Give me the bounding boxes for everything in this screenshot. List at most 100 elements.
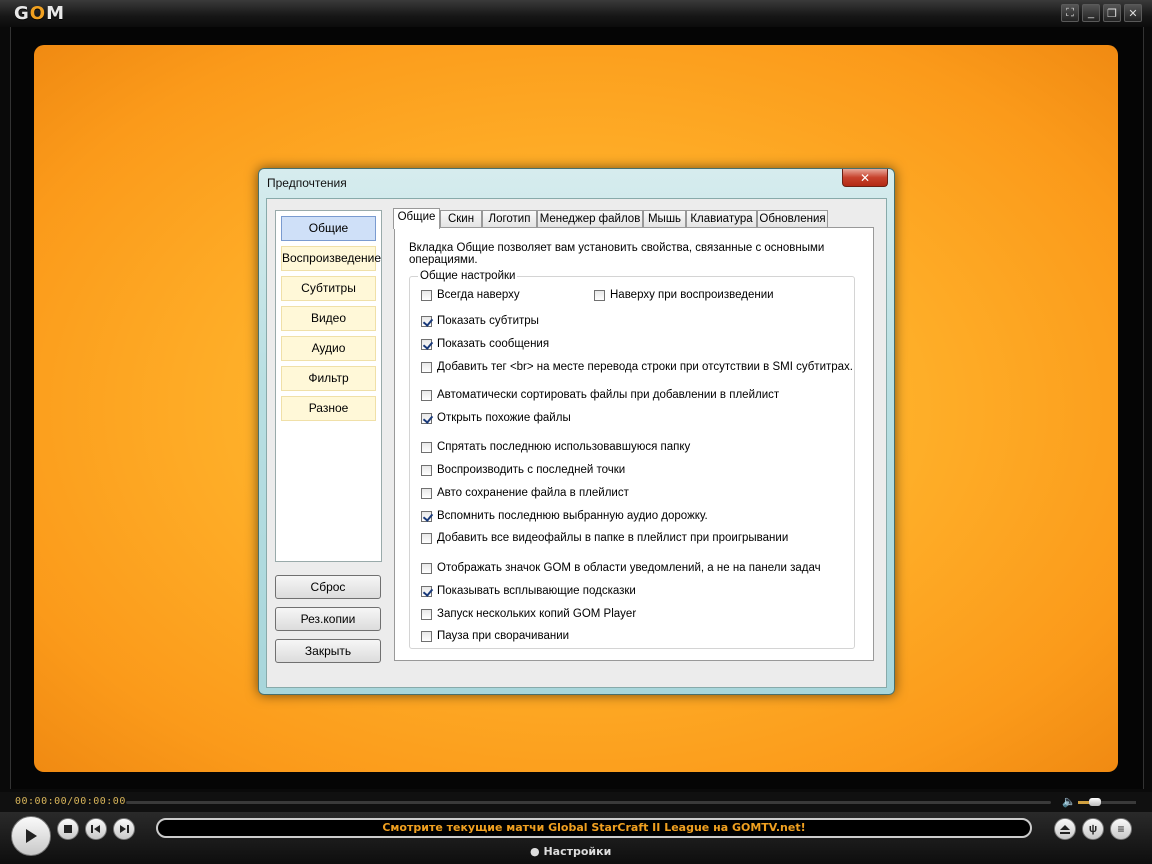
- category-general[interactable]: Общие: [281, 216, 376, 241]
- volume-icon[interactable]: 🔈: [1062, 795, 1076, 808]
- group-label: Общие настройки: [418, 270, 518, 282]
- stop-button[interactable]: [57, 818, 79, 840]
- checkbox-unchecked-icon[interactable]: [421, 464, 432, 476]
- checkbox-unchecked-icon[interactable]: [421, 630, 432, 642]
- checkbox-unchecked-icon[interactable]: [421, 532, 432, 544]
- checkbox-unchecked-icon[interactable]: [421, 608, 432, 620]
- tab-skin[interactable]: Скин: [440, 210, 482, 228]
- checkbox-checked-icon[interactable]: [421, 338, 432, 350]
- play-icon: [26, 829, 37, 843]
- settings-link[interactable]: ● Настройки: [530, 845, 611, 858]
- tab-updates[interactable]: Обновления: [757, 210, 828, 228]
- stop-icon: [64, 825, 72, 833]
- checkbox-resume-last-position[interactable]: Воспроизводить с последней точки: [421, 464, 625, 476]
- maximize-icon: ❐: [1107, 7, 1117, 20]
- checkbox-label: Добавить тег <br> на месте перевода стро…: [437, 361, 853, 373]
- settings-label: Настройки: [543, 845, 612, 858]
- volume-knob[interactable]: [1089, 798, 1102, 806]
- equalizer-icon: ψ: [1088, 823, 1098, 835]
- title-bar: GOM ⛶ _ ❐ ✕: [0, 0, 1152, 27]
- fullscreen-button[interactable]: ⛶: [1061, 4, 1079, 22]
- tab-mouse[interactable]: Мышь: [643, 210, 686, 228]
- checkbox-checked-icon[interactable]: [421, 315, 432, 327]
- fullscreen-icon: ⛶: [1066, 6, 1074, 19]
- checkbox-label: Вспомнить последнюю выбранную аудио доро…: [437, 510, 708, 522]
- checkbox-unchecked-icon[interactable]: [421, 487, 432, 499]
- checkbox-unchecked-icon[interactable]: [421, 361, 432, 373]
- minimize-button[interactable]: _: [1082, 4, 1100, 22]
- checkbox-tray-icon[interactable]: Отображать значок GOM в области уведомле…: [421, 562, 821, 574]
- checkbox-unchecked-icon[interactable]: [594, 289, 605, 301]
- tab-logo[interactable]: Логотип: [482, 210, 537, 228]
- play-button[interactable]: [11, 816, 51, 856]
- close-window-button[interactable]: ✕: [1124, 4, 1142, 22]
- checkbox-label: Показывать всплывающие подсказки: [437, 585, 636, 597]
- checkbox-label: Авто сохранение файла в плейлист: [437, 487, 629, 499]
- dialog-title: Предпочтения: [267, 176, 347, 190]
- control-panel-button[interactable]: ψ: [1082, 818, 1104, 840]
- category-subtitles[interactable]: Субтитры: [281, 276, 376, 301]
- category-video[interactable]: Видео: [281, 306, 376, 331]
- reset-button[interactable]: Сброс: [275, 575, 381, 599]
- seek-bar[interactable]: [126, 801, 1051, 804]
- checkbox-open-similar-files[interactable]: Открыть похожие файлы: [421, 412, 571, 424]
- checkbox-checked-icon[interactable]: [421, 585, 432, 597]
- checkbox-unchecked-icon[interactable]: [421, 441, 432, 453]
- window-controls: ⛶ _ ❐ ✕: [1061, 4, 1142, 22]
- checkbox-label: Автоматически сортировать файлы при доба…: [437, 389, 780, 401]
- category-audio[interactable]: Аудио: [281, 336, 376, 361]
- open-file-button[interactable]: [1054, 818, 1076, 840]
- category-misc[interactable]: Разное: [281, 396, 376, 421]
- close-icon: ✕: [1128, 7, 1138, 20]
- gom-logo[interactable]: GOM: [14, 3, 65, 24]
- tab-keyboard[interactable]: Клавиатура: [686, 210, 757, 228]
- checkbox-label: Пауза при сворачивании: [437, 630, 570, 642]
- tab-file-manager[interactable]: Менеджер файлов: [537, 210, 643, 228]
- checkbox-show-subtitles[interactable]: Показать субтитры: [421, 315, 539, 327]
- checkbox-add-folder-videos[interactable]: Добавить все видеофайлы в папке в плейли…: [421, 532, 788, 544]
- checkbox-hide-last-folder[interactable]: Спрятать последнюю использовавшуюся папк…: [421, 441, 690, 453]
- seek-row: 00:00:00/00:00:00 🔈: [0, 792, 1152, 812]
- timecode: 00:00:00/00:00:00: [15, 796, 126, 807]
- category-list: Общие Воспроизведение Субтитры Видео Ауд…: [275, 210, 382, 562]
- close-button[interactable]: Закрыть: [275, 639, 381, 663]
- checkbox-unchecked-icon[interactable]: [421, 562, 432, 574]
- backup-button[interactable]: Рез.копии: [275, 607, 381, 631]
- logo-letter-m: M: [46, 3, 66, 24]
- checkbox-checked-icon[interactable]: [421, 412, 432, 424]
- checkbox-unchecked-icon[interactable]: [421, 389, 432, 401]
- checkbox-label: Открыть похожие файлы: [437, 412, 571, 424]
- tab-general[interactable]: Общие: [393, 208, 440, 229]
- checkbox-remember-audio-track[interactable]: Вспомнить последнюю выбранную аудио доро…: [421, 510, 708, 522]
- minimize-icon: _: [1087, 7, 1095, 19]
- playlist-button[interactable]: ≡: [1110, 818, 1132, 840]
- maximize-button[interactable]: ❐: [1103, 4, 1121, 22]
- volume-slider[interactable]: [1078, 798, 1136, 806]
- checkbox-checked-icon[interactable]: [421, 510, 432, 522]
- logo-letter-o: O: [29, 3, 47, 24]
- checkbox-on-top-while-playing[interactable]: Наверху при воспроизведении: [594, 289, 774, 301]
- checkbox-pause-on-minimize[interactable]: Пауза при сворачивании: [421, 630, 569, 642]
- checkbox-show-messages[interactable]: Показать сообщения: [421, 338, 549, 350]
- preferences-dialog: Предпочтения ✕ Общие Воспроизведение Суб…: [258, 168, 895, 695]
- news-ticker[interactable]: Смотрите текущие матчи Global StarCraft …: [156, 818, 1032, 838]
- previous-button[interactable]: [85, 818, 107, 840]
- tab-description: Вкладка Общие позволяет вам установить с…: [409, 242, 825, 266]
- dialog-close-button[interactable]: ✕: [842, 169, 888, 187]
- close-icon: ✕: [859, 170, 871, 185]
- checkbox-add-br-tag[interactable]: Добавить тег <br> на месте перевода стро…: [421, 361, 853, 373]
- next-icon: [120, 825, 129, 833]
- checkbox-label: Всегда наверху: [437, 289, 520, 301]
- checkbox-autosave-playlist[interactable]: Авто сохранение файла в плейлист: [421, 487, 629, 499]
- checkbox-label: Показать субтитры: [437, 315, 539, 327]
- checkbox-auto-sort-playlist[interactable]: Автоматически сортировать файлы при доба…: [421, 389, 779, 401]
- checkbox-always-on-top[interactable]: Всегда наверху: [421, 289, 520, 301]
- category-playback[interactable]: Воспроизведение: [281, 246, 381, 271]
- checkbox-label: Запуск нескольких копий GOM Player: [437, 608, 637, 620]
- next-button[interactable]: [113, 818, 135, 840]
- checkbox-unchecked-icon[interactable]: [421, 289, 432, 301]
- checkbox-multiple-instances[interactable]: Запуск нескольких копий GOM Player: [421, 608, 636, 620]
- category-filter[interactable]: Фильтр: [281, 366, 376, 391]
- checkbox-label: Отображать значок GOM в области уведомле…: [437, 562, 821, 574]
- checkbox-show-tooltips[interactable]: Показывать всплывающие подсказки: [421, 585, 636, 597]
